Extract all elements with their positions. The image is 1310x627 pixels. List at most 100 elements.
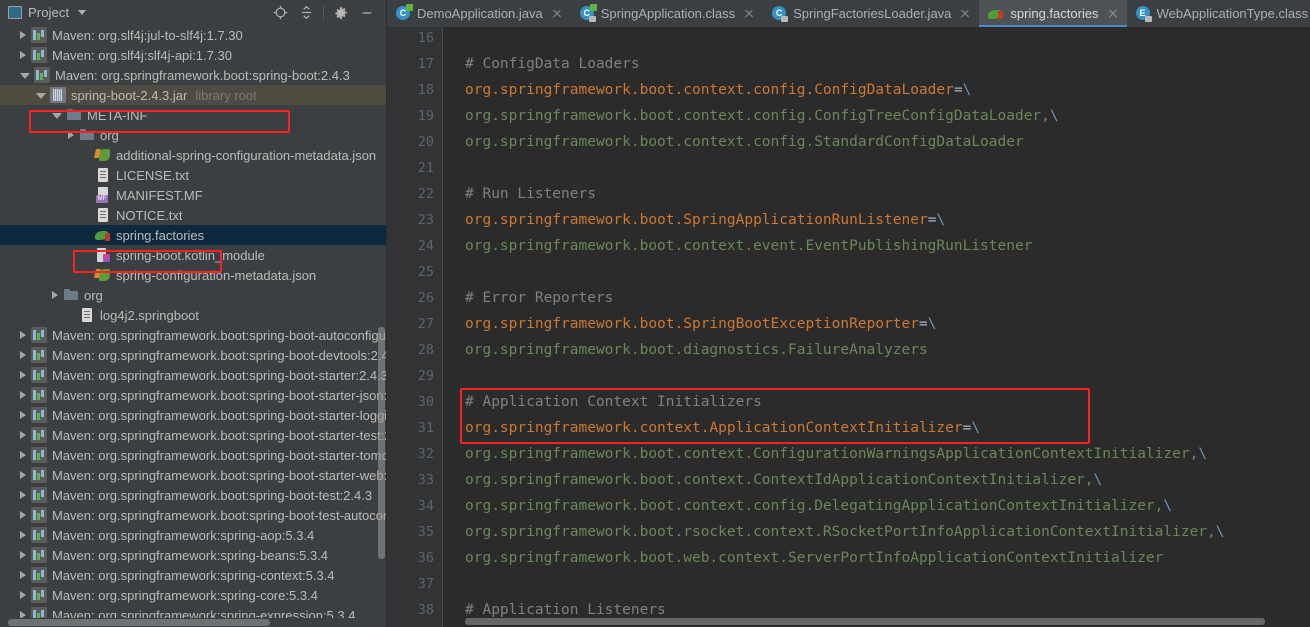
tree-row[interactable]: additional-spring-configuration-metadata… [0, 145, 386, 165]
minimize-icon[interactable] [354, 2, 380, 24]
code-line[interactable]: org.springframework.boot.rsocket.context… [465, 519, 1225, 545]
tree-row[interactable]: org [0, 125, 386, 145]
code-line[interactable]: org.springframework.boot.context.config.… [465, 129, 1024, 155]
chevron-right-icon[interactable] [20, 511, 26, 519]
tree-row[interactable]: NOTICE.txt [0, 205, 386, 225]
tree-row[interactable]: Maven: org.springframework.boot:spring-b… [0, 345, 386, 365]
tree-row[interactable]: log4j2.springboot [0, 305, 386, 325]
code-line[interactable]: org.springframework.boot.context.Configu… [465, 441, 1207, 467]
editor-tab[interactable]: C SpringFactoriesLoader.java [763, 0, 980, 27]
chevron-right-icon[interactable] [20, 411, 26, 419]
chevron-right-icon[interactable] [52, 291, 58, 299]
code-line[interactable]: org.springframework.boot.SpringBootExcep… [465, 311, 936, 337]
code-line[interactable]: org.springframework.boot.context.config.… [465, 103, 1059, 129]
close-icon[interactable] [551, 8, 563, 20]
chevron-down-icon[interactable] [78, 10, 87, 15]
chevron-right-icon[interactable] [20, 471, 26, 479]
tree-row[interactable]: Maven: org.springframework:spring-core:5… [0, 585, 386, 605]
tree-row[interactable]: spring-boot-2.4.3.jar library root [0, 85, 386, 105]
code-line[interactable]: # Application Context Initializers [465, 389, 762, 415]
code-line[interactable]: # ConfigData Loaders [465, 51, 640, 77]
locate-icon[interactable] [267, 2, 293, 24]
code-line[interactable]: org.springframework.boot.SpringApplicati… [465, 207, 945, 233]
code-line[interactable]: org.springframework.boot.context.config.… [465, 77, 971, 103]
chevron-down-icon[interactable] [20, 73, 30, 79]
tree-row[interactable]: Maven: org.slf4j:jul-to-slf4j:1.7.30 [0, 25, 386, 45]
tree-row[interactable]: Maven: org.springframework.boot:spring-b… [0, 325, 386, 345]
chevron-right-icon[interactable] [20, 451, 26, 459]
code-line[interactable]: org.springframework.context.ApplicationC… [465, 415, 980, 441]
chevron-right-icon[interactable] [20, 331, 26, 339]
lock-icon [1144, 16, 1152, 22]
editor-tab[interactable]: E WebApplicationType.class [1126, 0, 1310, 27]
chevron-right-icon[interactable] [20, 431, 26, 439]
tree-row[interactable]: META-INF [0, 105, 386, 125]
editor-code-area[interactable]: # ConfigData Loaders org.springframework.… [443, 27, 1310, 627]
tree-row[interactable]: Maven: org.springframework.boot:spring-b… [0, 405, 386, 425]
collapse-all-icon[interactable] [293, 2, 319, 24]
maven-icon [31, 507, 47, 523]
code-line[interactable]: org.springframework.boot.context.Context… [465, 467, 1102, 493]
project-tree-vertical-scrollbar[interactable] [378, 327, 385, 559]
tree-row[interactable]: MANIFEST.MF [0, 185, 386, 205]
code-line[interactable]: org.springframework.boot.context.config.… [465, 493, 1172, 519]
close-icon[interactable] [959, 8, 971, 20]
code-line[interactable]: # Application Listeners [465, 597, 666, 623]
project-tree-scroll-area[interactable]: Maven: org.slf4j:jul-to-slf4j:1.7.30 Mave… [0, 25, 386, 618]
chevron-right-icon[interactable] [20, 571, 26, 579]
tree-row-label: NOTICE.txt [116, 207, 183, 223]
tree-row[interactable]: Maven: org.springframework.boot:spring-b… [0, 65, 386, 85]
tree-row[interactable]: Maven: org.springframework.boot:spring-b… [0, 445, 386, 465]
tree-row[interactable]: Maven: org.springframework:spring-contex… [0, 565, 386, 585]
tree-row[interactable]: Maven: org.springframework.boot:spring-b… [0, 485, 386, 505]
maven-icon [31, 607, 47, 618]
editor-tab[interactable]: spring.factories [979, 0, 1127, 27]
editor-tab[interactable]: C DemoApplication.java [387, 0, 571, 27]
code-line[interactable]: # Error Reporters [465, 285, 613, 311]
tree-row[interactable]: org [0, 285, 386, 305]
code-line[interactable]: # Run Listeners [465, 181, 596, 207]
tree-row[interactable]: Maven: org.springframework:spring-expres… [0, 605, 386, 618]
project-tree-horizontal-scrollbar[interactable] [8, 619, 270, 626]
chevron-right-icon[interactable] [20, 31, 26, 39]
chevron-right-icon[interactable] [68, 131, 74, 139]
chevron-right-icon[interactable] [20, 51, 26, 59]
chevron-right-icon[interactable] [20, 371, 26, 379]
tree-row[interactable]: Maven: org.slf4j:slf4j-api:1.7.30 [0, 45, 386, 65]
editor[interactable]: 16 17 18 19 20 21 22 23 24 25 26 27 28 29 30 31 32 33 34 35… [387, 27, 1310, 627]
tree-row[interactable]: spring-boot.kotlin_module [0, 245, 386, 265]
tree-row[interactable]: Maven: org.springframework.boot:spring-b… [0, 385, 386, 405]
chevron-right-icon[interactable] [20, 351, 26, 359]
tree-row[interactable]: Maven: org.springframework.boot:spring-b… [0, 465, 386, 485]
project-icon [8, 6, 22, 19]
tree-row[interactable]: Maven: org.springframework.boot:spring-b… [0, 365, 386, 385]
tree-row-label: spring-configuration-metadata.json [116, 267, 317, 283]
tree-row[interactable]: LICENSE.txt [0, 165, 386, 185]
close-icon[interactable] [743, 8, 755, 20]
tree-row[interactable]: Maven: org.springframework:spring-beans:… [0, 545, 386, 565]
ide-window: Project Maven: org.slf4j:jul-to-slf4j:1.… [0, 0, 1310, 627]
code-line[interactable]: org.springframework.boot.web.context.Ser… [465, 545, 1163, 571]
chevron-right-icon[interactable] [20, 531, 26, 539]
line-number: 33 [417, 472, 434, 488]
tree-row[interactable]: Maven: org.springframework.boot:spring-b… [0, 425, 386, 445]
chevron-right-icon[interactable] [20, 551, 26, 559]
tree-row-label: Maven: org.springframework.boot:spring-b… [52, 387, 386, 403]
chevron-down-icon[interactable] [36, 93, 46, 99]
chevron-right-icon[interactable] [20, 611, 26, 618]
code-line[interactable]: org.springframework.boot.context.event.E… [465, 233, 1032, 259]
tree-row[interactable]: Maven: org.springframework.boot:spring-b… [0, 505, 386, 525]
code-line[interactable]: org.springframework.boot.diagnostics.Fai… [465, 337, 928, 363]
chevron-right-icon[interactable] [20, 491, 26, 499]
chevron-right-icon[interactable] [20, 391, 26, 399]
chevron-down-icon[interactable] [52, 113, 62, 119]
spring-boot-class-icon: C [396, 4, 413, 21]
tree-row[interactable]: Maven: org.springframework:spring-aop:5.… [0, 525, 386, 545]
editor-tab[interactable]: C SpringApplication.class [570, 0, 764, 27]
gear-icon[interactable] [328, 2, 354, 24]
project-panel-title-button[interactable]: Project [8, 5, 87, 20]
chevron-right-icon[interactable] [20, 591, 26, 599]
tree-row[interactable]: spring-configuration-metadata.json [0, 265, 386, 285]
close-icon[interactable] [1107, 8, 1119, 20]
tree-row[interactable]: spring.factories [0, 225, 386, 245]
